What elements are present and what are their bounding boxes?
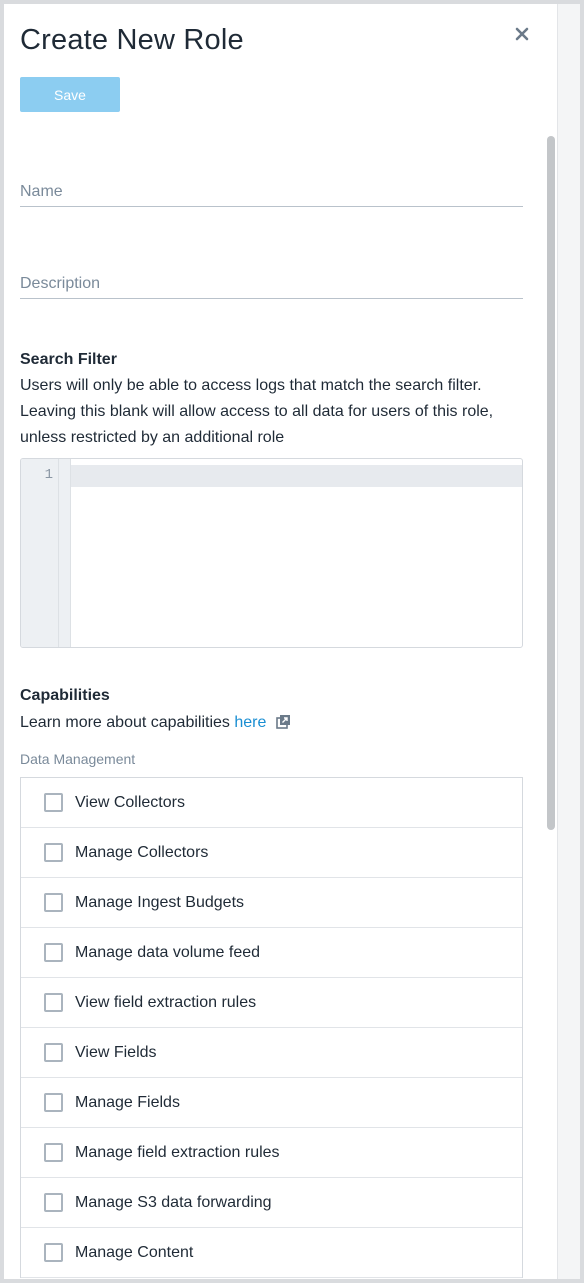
capability-label: View Fields — [75, 1043, 157, 1061]
checkbox[interactable] — [44, 1093, 63, 1112]
checkbox[interactable] — [44, 1243, 63, 1262]
scrollbar[interactable] — [545, 132, 556, 1279]
capability-label: Manage Collectors — [75, 843, 209, 861]
name-field-wrapper — [20, 177, 523, 207]
search-filter-editor[interactable]: 1 — [20, 458, 523, 648]
checkbox[interactable] — [44, 893, 63, 912]
name-input[interactable] — [20, 177, 523, 206]
capability-row[interactable]: View Collectors — [21, 778, 522, 828]
search-filter-description: Users will only be able to access logs t… — [20, 377, 494, 446]
checkbox[interactable] — [44, 793, 63, 812]
capability-label: View field extraction rules — [75, 993, 257, 1011]
editor-active-line[interactable] — [71, 465, 522, 487]
line-number: 1 — [44, 467, 53, 483]
checkbox[interactable] — [44, 843, 63, 862]
data-management-label: Data Management — [20, 751, 136, 767]
checkbox[interactable] — [44, 1193, 63, 1212]
capability-row[interactable]: Manage Fields — [21, 1078, 522, 1128]
panel-right-rail — [557, 4, 580, 1279]
capabilities-list: View Collectors Manage Collectors Manage… — [20, 777, 523, 1278]
capability-row[interactable]: Manage field extraction rules — [21, 1128, 522, 1178]
checkbox[interactable] — [44, 1143, 63, 1162]
capability-label: View Collectors — [75, 793, 185, 811]
checkbox[interactable] — [44, 1043, 63, 1062]
description-input[interactable] — [20, 269, 523, 298]
checkbox[interactable] — [44, 943, 63, 962]
create-role-panel: Create New Role Save Search Filter Users… — [4, 4, 580, 1279]
capability-label: Manage field extraction rules — [75, 1143, 280, 1161]
capability-label: Manage data volume feed — [75, 943, 261, 961]
capability-label: Manage Ingest Budgets — [75, 893, 245, 911]
capability-row[interactable]: View field extraction rules — [21, 978, 522, 1028]
close-button[interactable] — [510, 22, 534, 46]
capabilities-learn-more: Learn more about capabilities here — [20, 710, 528, 738]
capability-label: Manage Content — [75, 1243, 194, 1261]
page-title: Create New Role — [20, 24, 244, 56]
close-icon — [515, 27, 529, 41]
capability-label: Manage S3 data forwarding — [75, 1193, 272, 1211]
capability-row[interactable]: View Fields — [21, 1028, 522, 1078]
external-link-icon[interactable] — [276, 712, 291, 738]
capability-label: Manage Fields — [75, 1093, 180, 1111]
save-button[interactable]: Save — [20, 77, 120, 112]
capability-row[interactable]: Manage data volume feed — [21, 928, 522, 978]
search-filter-heading: Search Filter — [20, 351, 117, 368]
capabilities-heading: Capabilities — [20, 687, 110, 704]
learn-more-link[interactable]: here — [234, 714, 266, 731]
learn-more-text: Learn more about capabilities — [20, 714, 235, 731]
editor-gutter: 1 — [21, 459, 71, 647]
capability-row[interactable]: Manage Content — [21, 1228, 522, 1278]
capability-row[interactable]: Manage Collectors — [21, 828, 522, 878]
checkbox[interactable] — [44, 993, 63, 1012]
capability-row[interactable]: Manage S3 data forwarding — [21, 1178, 522, 1228]
capability-row[interactable]: Manage Ingest Budgets — [21, 878, 522, 928]
scrollbar-thumb[interactable] — [547, 136, 555, 830]
description-field-wrapper — [20, 269, 523, 299]
